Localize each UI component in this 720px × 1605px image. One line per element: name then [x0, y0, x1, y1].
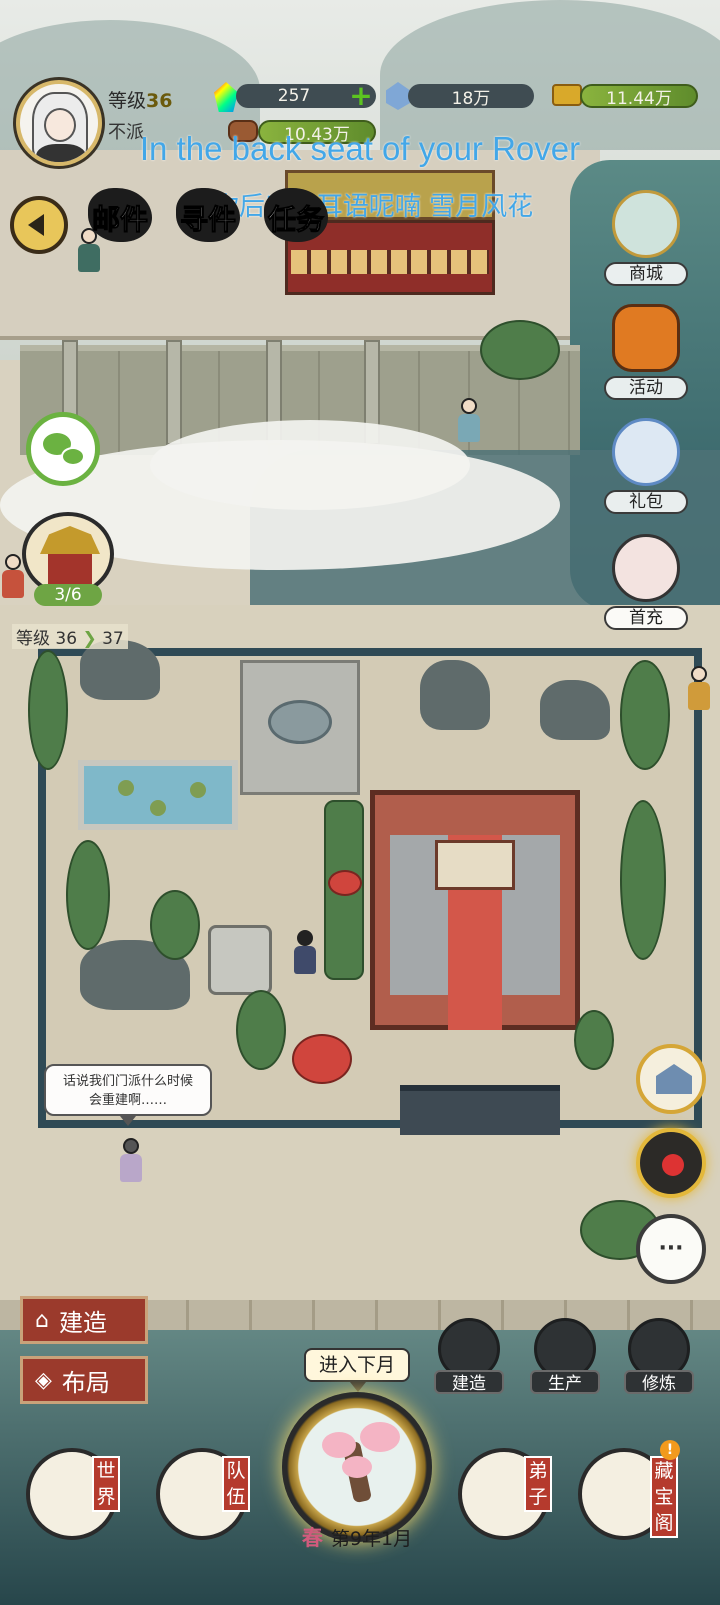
sundial[interactable] [208, 925, 272, 995]
record-button[interactable] [636, 1128, 706, 1198]
arrow-right-icon: ❯ [82, 629, 97, 649]
garden-rock [420, 660, 490, 730]
bamboo-grove [620, 660, 670, 770]
garden-rock [540, 680, 610, 740]
build-mode-button[interactable]: ⌂ 建造 [20, 1296, 148, 1344]
distant-mountain [380, 0, 720, 150]
blossom-icon [342, 1456, 372, 1478]
red-maple-tree [292, 1034, 352, 1084]
treasury-alert-badge: ! [660, 1440, 680, 1460]
grid-tiles-icon: ◈ [35, 1367, 52, 1393]
first-charge-girl-icon [612, 534, 680, 602]
nav-world-button[interactable]: 世界 [20, 1438, 140, 1548]
nav-treasury-label: 藏宝阁 [650, 1456, 678, 1538]
layout-mode-button[interactable]: ◈ 布局 [20, 1356, 148, 1404]
gold-count: 11.44万 [580, 84, 698, 109]
nav-disciples-button[interactable]: 弟子 [452, 1438, 572, 1548]
bamboo-grove [150, 890, 200, 960]
npc-speech-bubble: 话说我们门派什么时候 会重建啊…… [44, 1064, 212, 1126]
mail-button[interactable]: 邮件 [80, 180, 160, 250]
gift-girl-icon [612, 418, 680, 486]
shop-house-icon [656, 1064, 692, 1094]
red-flower-bush [328, 870, 362, 896]
cloud-mist [150, 420, 470, 510]
lotus-pool[interactable] [78, 760, 238, 830]
lyric-overlay-english: In the back seat of your Rover [139, 130, 581, 167]
bamboo-grove [620, 800, 666, 960]
altar-disc [268, 700, 332, 744]
nav-world-label: 世界 [92, 1456, 120, 1512]
lotus-pad [150, 800, 166, 816]
pine-tree [480, 320, 560, 380]
chat-button[interactable]: ··· [636, 1214, 706, 1284]
nav-disciples-label: 弟子 [524, 1456, 552, 1512]
calendar-date: 春第9年1月 [301, 1526, 413, 1550]
chat-bubble-icon: ··· [658, 1236, 684, 1261]
advance-month-button[interactable] [282, 1392, 432, 1542]
bamboo-grove [28, 650, 68, 770]
bamboo-grove [66, 840, 110, 950]
hall-throne [435, 840, 515, 890]
sect-progress-counter: 3/6 [34, 584, 102, 606]
crystal-count: 18万 [408, 84, 534, 109]
merchant-shop-button[interactable] [636, 1044, 706, 1114]
record-dot-icon [662, 1154, 684, 1176]
npc-disciple[interactable] [456, 398, 482, 442]
blossom-icon [322, 1432, 356, 1458]
main-hall[interactable] [370, 790, 580, 1030]
nav-team-button[interactable]: 队伍 [150, 1438, 270, 1548]
wall-pillar [166, 340, 182, 445]
lantern-event-icon [612, 304, 680, 372]
pavilion-shop-icon [612, 190, 680, 258]
gold-ingot-icon [552, 84, 582, 106]
next-month-tooltip: 进入下月 [304, 1348, 410, 1392]
garden-rock [80, 640, 160, 700]
house-icon: ⌂ [35, 1307, 49, 1333]
blossom-icon [360, 1422, 400, 1452]
npc-disciple[interactable] [686, 666, 712, 710]
collapse-arrow-button[interactable] [10, 196, 68, 254]
npc-speaking[interactable] [118, 1138, 144, 1182]
pavilion-railing [291, 250, 489, 274]
bamboo-grove [236, 990, 286, 1070]
search-item-button[interactable]: 寻件 [168, 180, 248, 250]
lotus-pad [190, 782, 206, 798]
temple-wall-icon [48, 554, 92, 584]
quest-button[interactable]: 任务 [256, 180, 336, 250]
player-level: 等级36 [108, 90, 173, 112]
wechat-share-button[interactable] [26, 412, 100, 486]
player-character[interactable] [292, 930, 318, 974]
lotus-pad [118, 780, 134, 796]
add-gems-button[interactable]: + [348, 82, 374, 110]
temple-roof-icon [40, 526, 100, 554]
wechat-icon [61, 447, 85, 466]
compound-gate[interactable] [400, 1085, 560, 1135]
sect-level-up-indicator: 等级 36 ❯ 37 [12, 624, 128, 649]
pine-tree [574, 1010, 614, 1070]
nav-team-label: 队伍 [222, 1456, 250, 1512]
